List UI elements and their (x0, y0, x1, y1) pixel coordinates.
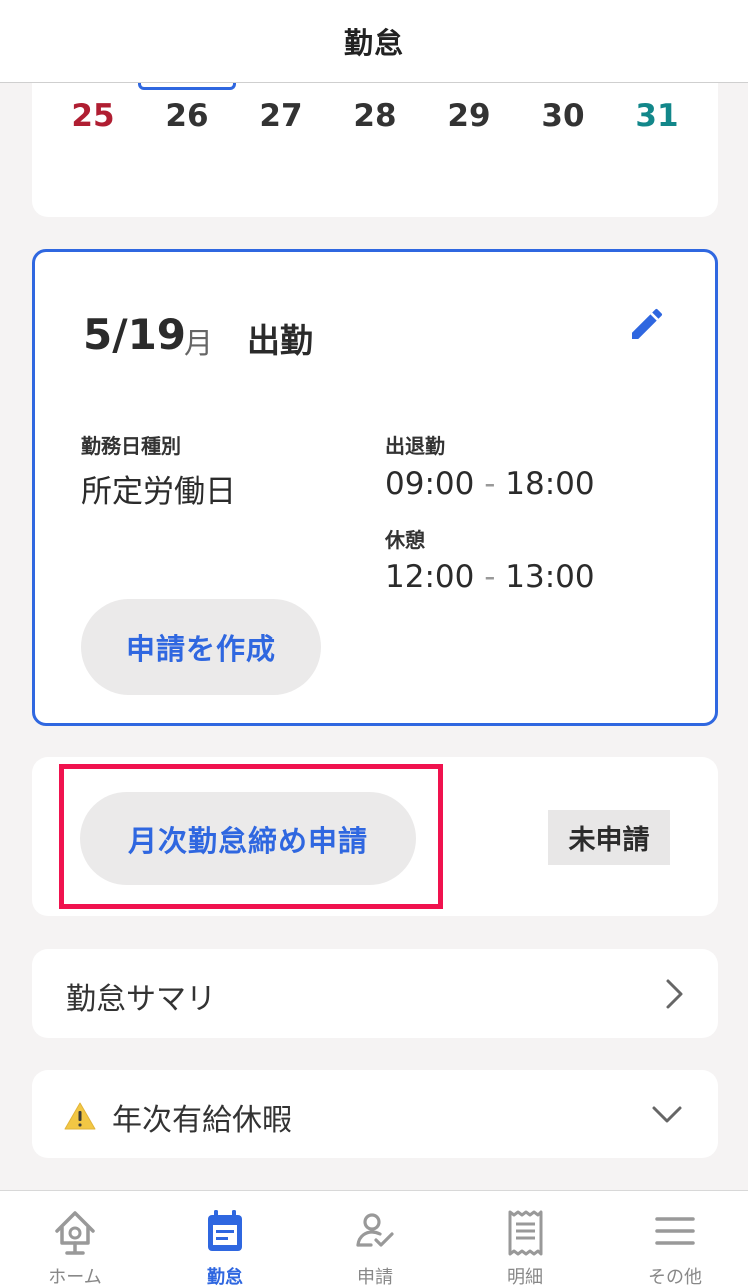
time-separator: - (484, 466, 496, 502)
work-type-label: 勤務日種別 (81, 434, 181, 458)
calendar-strip: 25 26 27 28 29 30 31 (32, 60, 718, 217)
attendance-start: 09:00 (385, 466, 475, 502)
day-weekday: 月 (184, 326, 214, 360)
tab-statements[interactable]: 明細 (450, 1191, 600, 1287)
summary-label: 勤怠サマリ (66, 982, 216, 1017)
tab-label: ホーム (48, 1267, 102, 1287)
calendar-icon (208, 1210, 242, 1251)
status-badge: 未申請 (548, 810, 670, 865)
chevron-down-icon (652, 1106, 682, 1123)
chevron-right-icon (666, 979, 683, 1009)
page-title: 勤怠 (343, 26, 404, 60)
break-start: 12:00 (385, 559, 475, 595)
calendar-week-row: 25 26 27 28 29 30 31 (32, 98, 718, 140)
calendar-day[interactable]: 31 (627, 98, 687, 134)
monthly-closing-card: 月次勤怠締め申請 未申請 (32, 757, 718, 916)
warning-icon (64, 1102, 96, 1130)
bottom-tab-bar: ホーム 勤怠 申請 明細 その他 (0, 1190, 748, 1287)
tab-label: その他 (648, 1267, 702, 1287)
tab-attendance[interactable]: 勤怠 (150, 1191, 300, 1287)
calendar-day[interactable]: 30 (533, 98, 593, 134)
paid-leave-row[interactable]: 年次有給休暇 (32, 1070, 718, 1158)
time-separator: - (484, 559, 496, 595)
tab-label: 明細 (507, 1267, 543, 1287)
tab-home[interactable]: ホーム (0, 1191, 150, 1287)
home-icon (55, 1211, 95, 1255)
menu-icon (655, 1217, 695, 1245)
tab-label: 勤怠 (207, 1267, 243, 1287)
paid-leave-label: 年次有給休暇 (112, 1103, 292, 1138)
day-date: 5/19 (83, 310, 187, 359)
attendance-status: 出勤 (247, 321, 313, 360)
break-time: 12:00 - 13:00 (385, 559, 595, 595)
tab-label: 申請 (357, 1267, 393, 1287)
calendar-day[interactable]: 25 (63, 98, 123, 134)
create-request-button[interactable]: 申請を作成 (81, 599, 321, 695)
attendance-end: 18:00 (505, 466, 595, 502)
attendance-time: 09:00 - 18:00 (385, 466, 595, 502)
tab-requests[interactable]: 申請 (300, 1191, 450, 1287)
pencil-icon[interactable] (627, 304, 667, 344)
work-type-value: 所定労働日 (81, 474, 236, 510)
person-check-icon (356, 1213, 394, 1247)
highlight-box (59, 764, 443, 909)
receipt-icon (508, 1210, 543, 1256)
calendar-day[interactable]: 27 (251, 98, 311, 134)
tab-more[interactable]: その他 (600, 1191, 748, 1287)
break-end: 13:00 (505, 559, 595, 595)
app-header: 勤怠 (0, 0, 748, 83)
attendance-summary-row[interactable]: 勤怠サマリ (32, 949, 718, 1038)
calendar-day[interactable]: 28 (345, 98, 405, 134)
break-label: 休憩 (385, 528, 425, 552)
calendar-day[interactable]: 26 (157, 98, 217, 134)
attendance-label: 出退勤 (385, 434, 445, 458)
calendar-day[interactable]: 29 (439, 98, 499, 134)
day-detail-card: 5/19 月 出勤 勤務日種別 所定労働日 出退勤 09:00 - 18:00 … (32, 249, 718, 726)
